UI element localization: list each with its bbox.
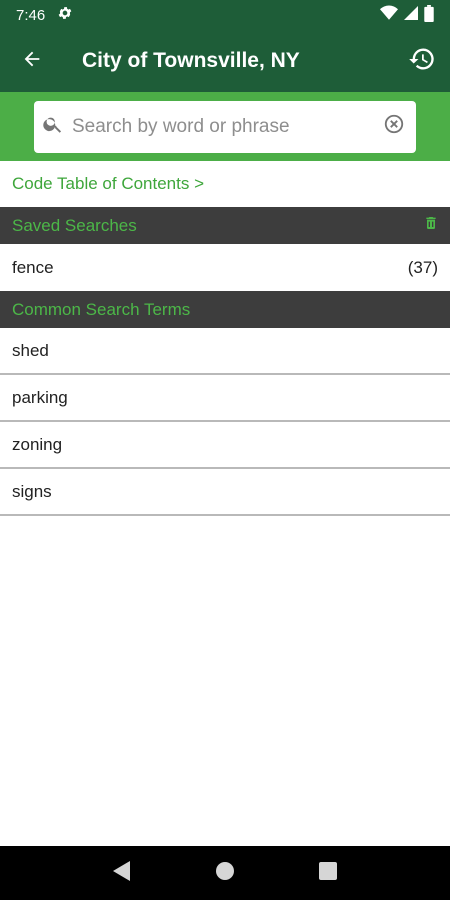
saved-search-item[interactable]: fence (37) xyxy=(0,244,450,291)
nav-back-button[interactable] xyxy=(100,851,144,895)
nav-recents-button[interactable] xyxy=(306,851,350,895)
search-box xyxy=(34,100,416,153)
clear-search-button[interactable] xyxy=(380,113,408,141)
trash-icon xyxy=(423,214,439,237)
recents-square-icon xyxy=(319,861,338,885)
common-term-item[interactable]: parking xyxy=(0,375,450,422)
common-terms-list: shed parking zoning signs xyxy=(0,328,450,516)
search-band xyxy=(0,92,450,161)
delete-saved-searches-button[interactable] xyxy=(412,207,450,244)
history-button[interactable] xyxy=(394,30,450,92)
search-icon xyxy=(42,113,64,140)
signal-icon xyxy=(404,5,418,25)
back-triangle-icon xyxy=(112,860,131,886)
status-time: 7:46 xyxy=(16,6,46,24)
close-circle-icon xyxy=(383,113,405,140)
page-title: City of Townsville, NY xyxy=(82,49,300,72)
common-search-terms-header: Common Search Terms xyxy=(0,291,450,328)
status-icons xyxy=(380,4,434,26)
saved-searches-header: Saved Searches xyxy=(0,207,450,244)
settings-gear-icon xyxy=(57,5,73,25)
code-table-of-contents-link[interactable]: Code Table of Contents > xyxy=(0,161,450,207)
saved-search-term: fence xyxy=(12,257,54,277)
saved-search-count: (37) xyxy=(407,257,438,277)
status-bar: 7:46 xyxy=(0,0,450,30)
battery-icon xyxy=(424,4,434,26)
saved-searches-title: Saved Searches xyxy=(12,215,137,235)
home-circle-icon xyxy=(215,861,235,886)
common-term-item[interactable]: signs xyxy=(0,469,450,516)
wifi-icon xyxy=(380,5,398,25)
history-icon xyxy=(408,45,436,78)
arrow-left-icon xyxy=(21,48,43,75)
system-nav-bar xyxy=(0,846,450,900)
common-search-terms-title: Common Search Terms xyxy=(12,299,191,319)
common-term-item[interactable]: shed xyxy=(0,328,450,375)
app-bar: City of Townsville, NY xyxy=(0,30,450,92)
search-input[interactable] xyxy=(72,115,380,138)
back-button[interactable] xyxy=(0,30,64,92)
nav-home-button[interactable] xyxy=(203,851,247,895)
common-term-item[interactable]: zoning xyxy=(0,422,450,469)
